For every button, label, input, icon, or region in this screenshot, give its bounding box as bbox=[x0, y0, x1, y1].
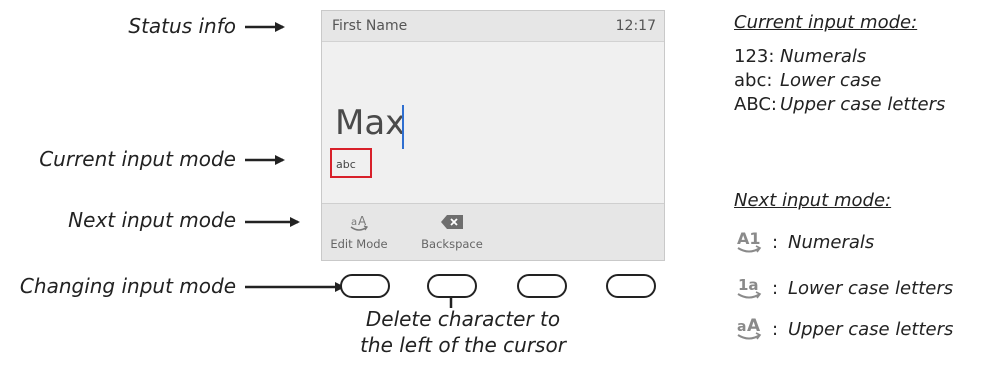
status-bar: First Name 12:17 bbox=[322, 11, 664, 42]
hardware-key-1[interactable] bbox=[340, 274, 390, 298]
current-mode-row-upper: ABC: Upper case letters bbox=[734, 94, 945, 115]
current-mode-row-lower: abc: Lower case bbox=[734, 70, 881, 91]
svg-text:A: A bbox=[747, 316, 761, 336]
hardware-key-3[interactable] bbox=[517, 274, 567, 298]
phone-screen: First Name 12:17 Max abc a A Edit Mode B… bbox=[321, 10, 665, 261]
next-mode-separator: : bbox=[772, 278, 779, 299]
next-mode-row-upper: a A : Upper case letters bbox=[734, 316, 994, 343]
next-mode-separator: : bbox=[772, 319, 779, 340]
next-mode-desc: Upper case letters bbox=[788, 319, 954, 340]
mode-desc: Lower case bbox=[780, 70, 882, 91]
mode-aA-icon: a A bbox=[324, 214, 394, 237]
mode-aA-icon: a A bbox=[734, 315, 766, 348]
current-modes-panel: Current input mode: 123: Numerals abc: Low… bbox=[734, 12, 996, 122]
current-mode-label: abc bbox=[336, 158, 356, 171]
mode-desc: Numerals bbox=[780, 46, 867, 67]
softkey-edit-mode-label: Edit Mode bbox=[330, 237, 388, 251]
softkey-edit-mode[interactable]: a A Edit Mode bbox=[324, 204, 394, 260]
current-modes-heading: Current input mode: bbox=[734, 12, 918, 33]
hardware-key-2[interactable] bbox=[427, 274, 477, 298]
backspace-icon bbox=[417, 214, 487, 233]
svg-text:1a: 1a bbox=[738, 276, 759, 294]
hardware-key-4[interactable] bbox=[606, 274, 656, 298]
current-mode-row-numerals: 123: Numerals bbox=[734, 46, 866, 67]
text-input-value[interactable]: Max bbox=[335, 103, 405, 143]
mode-key: ABC: bbox=[734, 94, 777, 115]
text-cursor bbox=[402, 105, 404, 149]
svg-text:a: a bbox=[351, 217, 357, 228]
softkey-bar: a A Edit Mode Backspace bbox=[322, 203, 664, 260]
next-mode-desc: Lower case letters bbox=[788, 278, 954, 299]
next-mode-desc: Numerals bbox=[788, 232, 875, 253]
clock: 12:17 bbox=[615, 18, 656, 34]
field-label: First Name bbox=[332, 18, 408, 34]
next-mode-row-numerals: A1 : Numerals bbox=[734, 229, 994, 256]
next-modes-panel: Next input mode: A1 : Numerals 1a : Lowe… bbox=[734, 190, 996, 350]
next-mode-row-lower: 1a : Lower case letters bbox=[734, 276, 994, 302]
current-mode-indicator: abc bbox=[330, 148, 372, 178]
next-mode-separator: : bbox=[772, 232, 779, 253]
svg-text:A1: A1 bbox=[737, 229, 761, 248]
svg-text:a: a bbox=[737, 319, 746, 335]
mode-key: 123: bbox=[734, 46, 775, 67]
mode-A1-icon: A1 bbox=[734, 228, 766, 261]
mode-1a-icon: 1a bbox=[734, 274, 766, 307]
softkey-backspace-label: Backspace bbox=[421, 237, 483, 251]
softkey-backspace[interactable]: Backspace bbox=[417, 204, 487, 260]
next-modes-heading: Next input mode: bbox=[734, 190, 892, 211]
mode-desc: Upper case letters bbox=[780, 94, 946, 115]
mode-key: abc: bbox=[734, 70, 773, 91]
